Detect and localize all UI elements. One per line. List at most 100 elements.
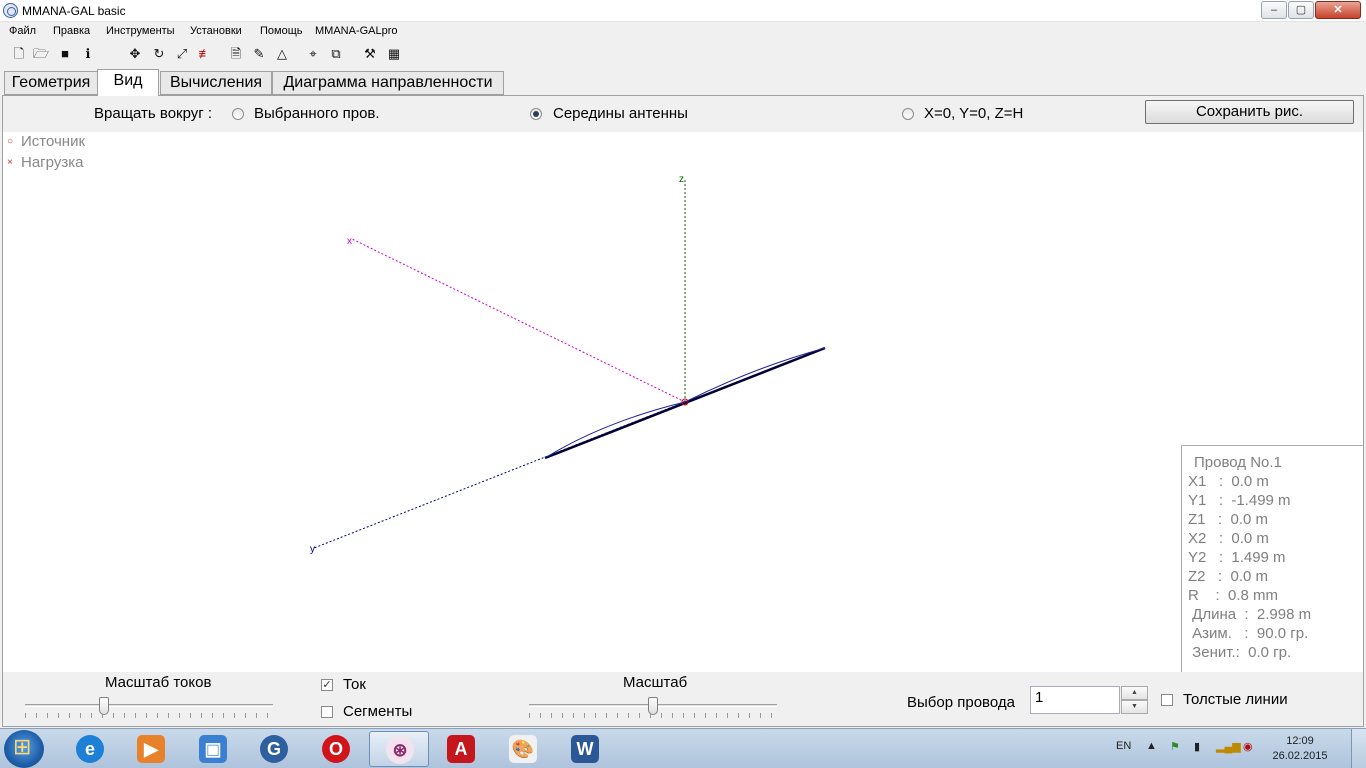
info-icon[interactable]: ℹ xyxy=(80,46,96,62)
clock-date: 26.02.2015 xyxy=(1272,750,1328,762)
x-axis-marker: x xyxy=(347,236,352,247)
thick-lines-label[interactable]: Толстые линии xyxy=(1183,691,1288,708)
radio-antenna-center[interactable] xyxy=(530,108,542,120)
menu-mmana-galpro[interactable]: MMANA-GALpro xyxy=(315,25,398,37)
current-scale-label: Масштаб токов xyxy=(105,674,212,691)
taskbar-opera[interactable]: O xyxy=(306,731,366,767)
window-title: MMANA-GAL basic xyxy=(22,4,126,18)
wire-select-label: Выбор провода xyxy=(907,694,1015,711)
current-scale-ticks xyxy=(25,713,273,718)
taskbar-vm[interactable]: ▣ xyxy=(183,731,243,767)
antenna-view-canvas[interactable]: z x y xyxy=(3,132,1363,672)
edit-icon[interactable]: ✎ xyxy=(251,46,267,62)
taskbar-mmana-gal[interactable]: ⊛ xyxy=(369,731,429,767)
menu-help[interactable]: Помощь xyxy=(260,25,303,37)
segments-checkbox[interactable] xyxy=(321,706,333,718)
taskbar: e ▶ ▣ G O ⊛ A 🎨 W EN ▲ ⚑ ▮ ▂▄▆ ◉ 12:09 2… xyxy=(0,728,1366,768)
taskbar-paint[interactable]: 🎨 xyxy=(493,731,553,767)
thick-lines-checkbox[interactable] xyxy=(1161,694,1173,706)
internet-explorer-icon: e xyxy=(76,735,104,763)
segments-checkbox-label[interactable]: Сегменты xyxy=(343,703,412,720)
wire-info-x1: X1 : 0.0 m xyxy=(1188,473,1269,490)
volume-icon[interactable]: ◉ xyxy=(1243,740,1253,753)
action-center-icon[interactable]: ⚑ xyxy=(1170,740,1180,753)
wire-info-azimuth: Азим. : 90.0 гр. xyxy=(1188,625,1309,642)
mmana-gal-icon: ⊛ xyxy=(386,736,414,764)
page-icon[interactable]: 🗎 xyxy=(228,46,244,62)
taskbar-internet-explorer[interactable]: e xyxy=(60,731,120,767)
move-icon[interactable]: ✥ xyxy=(127,46,143,62)
tab-strip: Геометрия Вид Вычисления Диаграмма напра… xyxy=(0,69,1366,96)
menu-settings[interactable]: Установки xyxy=(190,25,242,37)
current-checkbox-label[interactable]: Ток xyxy=(343,676,366,693)
paint-icon: 🎨 xyxy=(509,735,537,763)
radio-origin[interactable] xyxy=(902,108,914,120)
scale-slider[interactable] xyxy=(648,697,658,715)
start-button[interactable] xyxy=(4,730,44,768)
clock[interactable]: 12:09 26.02.2015 xyxy=(1270,734,1330,764)
show-desktop-button[interactable] xyxy=(1351,729,1366,768)
language-indicator[interactable]: EN xyxy=(1116,740,1131,752)
network-icon[interactable]: ▂▄▆ xyxy=(1216,740,1241,753)
menu-bar: Файл Правка Инструменты Установки Помощь… xyxy=(0,22,1366,41)
menu-edit[interactable]: Правка xyxy=(53,25,90,37)
opera-icon: O xyxy=(322,735,350,763)
wire-select-down[interactable]: ▼ xyxy=(1121,700,1148,714)
open-folder-icon[interactable]: 🗁 xyxy=(33,46,49,62)
radio-antenna-center-label[interactable]: Середины антенны xyxy=(553,105,688,122)
target-icon[interactable]: ⌖ xyxy=(305,46,321,62)
radio-selected-wire[interactable] xyxy=(232,108,244,120)
current-checkbox[interactable]: ✓ xyxy=(321,679,333,691)
calculator-icon[interactable]: ▦ xyxy=(386,46,402,62)
wire-select-up[interactable]: ▲ xyxy=(1121,686,1148,700)
tools-icon[interactable]: ⚒ xyxy=(362,46,378,62)
wire-info-panel: Провод No.1 X1 : 0.0 m Y1 : -1.499 m Z1 … xyxy=(1181,445,1363,672)
scale-icon[interactable]: ⤢ xyxy=(174,46,190,62)
taskbar-acrobat[interactable]: A xyxy=(431,731,491,767)
rotate-icon[interactable]: ↻ xyxy=(151,46,167,62)
mmana-app-icon xyxy=(3,3,18,18)
menu-file[interactable]: Файл xyxy=(9,25,36,37)
x-axis-line xyxy=(351,238,686,403)
maximize-button[interactable]: ▢ xyxy=(1288,1,1314,19)
save-icon[interactable]: ■ xyxy=(57,46,73,62)
tab-geometry[interactable]: Геометрия xyxy=(4,71,98,95)
word-icon: W xyxy=(571,735,599,763)
toolbar: 🗋 🗁 ■ ℹ ✥ ↻ ⤢ ≢ 🗎 ✎ △ ⌖ ⧉ ⚒ ▦ xyxy=(0,43,1366,67)
copy-icon[interactable]: ⧉ xyxy=(328,46,344,62)
browser-icon: G xyxy=(260,735,288,763)
taskbar-browser[interactable]: G xyxy=(244,731,304,767)
title-bar: MMANA-GAL basic ‒ ▢ ✕ xyxy=(0,0,1366,22)
taskbar-media-player[interactable]: ▶ xyxy=(121,731,181,767)
wire-info-y2: Y2 : 1.499 m xyxy=(1188,549,1286,566)
wire-info-radius: R : 0.8 mm xyxy=(1188,587,1279,604)
taskbar-word[interactable]: W xyxy=(555,731,615,767)
new-file-icon[interactable]: 🗋 xyxy=(11,46,27,62)
wire-info-length: Длина : 2.998 m xyxy=(1188,606,1312,623)
battery-icon[interactable]: ▮ xyxy=(1194,740,1200,753)
radio-origin-label[interactable]: X=0, Y=0, Z=H xyxy=(924,105,1023,122)
bottom-controls: Масштаб токов ✓ Ток Сегменты Масштаб Выб… xyxy=(3,672,1363,726)
current-scale-slider[interactable] xyxy=(99,697,110,715)
current-scale-track[interactable] xyxy=(25,704,273,707)
wires-icon[interactable]: ≢ xyxy=(197,46,213,62)
save-picture-button[interactable]: Сохранить рис. xyxy=(1145,100,1354,124)
y-axis-marker: y xyxy=(310,544,315,555)
rotate-around-label: Вращать вокруг : xyxy=(94,105,213,122)
menu-tools[interactable]: Инструменты xyxy=(106,25,175,37)
wire-info-zenith: Зенит.: 0.0 гр. xyxy=(1188,644,1292,661)
tab-pattern[interactable]: Диаграмма направленности xyxy=(272,71,504,95)
scale-label: Масштаб xyxy=(623,674,688,691)
radio-selected-wire-label[interactable]: Выбранного пров. xyxy=(254,105,380,122)
tab-calculations[interactable]: Вычисления xyxy=(160,71,272,95)
triangle-icon[interactable]: △ xyxy=(274,46,290,62)
rotate-around-bar: Вращать вокруг : Выбранного пров. Середи… xyxy=(3,96,1363,132)
wire-select-input[interactable]: 1 xyxy=(1030,686,1120,714)
tray-expand-icon[interactable]: ▲ xyxy=(1146,740,1157,752)
close-button[interactable]: ✕ xyxy=(1315,1,1361,19)
wire-info-title: Провод No.1 xyxy=(1194,454,1282,471)
tab-view[interactable]: Вид xyxy=(97,69,159,96)
wire-info-x2: X2 : 0.0 m xyxy=(1188,530,1269,547)
minimize-button[interactable]: ‒ xyxy=(1261,1,1287,19)
acrobat-icon: A xyxy=(447,735,475,763)
